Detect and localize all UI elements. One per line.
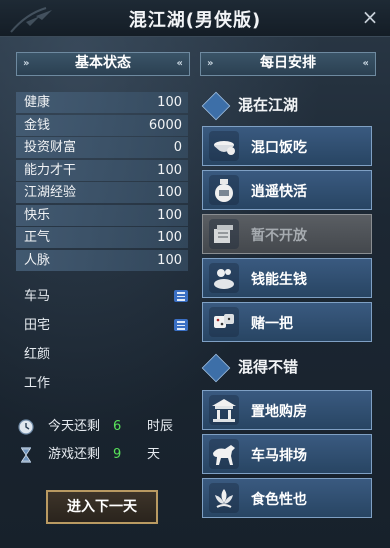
stat-value: 100 bbox=[157, 207, 182, 223]
dice-icon bbox=[209, 307, 239, 337]
hourglass-icon bbox=[21, 447, 31, 463]
action-label: 置地购房 bbox=[251, 404, 307, 420]
stat-label: 投资财富 bbox=[24, 140, 77, 155]
stat-row-connections: 人脉 100 bbox=[16, 249, 188, 271]
timers: 今天还剩 6 时辰 游戏还剩 9 天 bbox=[16, 414, 188, 470]
timer-unit: 时辰 bbox=[147, 419, 174, 434]
list-icon[interactable] bbox=[174, 290, 188, 302]
daily-plan-title: 每日安排 bbox=[260, 55, 316, 71]
double-arrow-left-icon: » bbox=[23, 58, 30, 69]
next-day-button[interactable]: 进入下一天 bbox=[46, 490, 158, 524]
title-bar: 混江湖(男侠版) × bbox=[0, 0, 390, 37]
close-button[interactable]: × bbox=[360, 7, 380, 28]
stat-value: 0 bbox=[173, 140, 182, 155]
stat-label: 健康 bbox=[24, 95, 51, 110]
diamond-drop-icon bbox=[201, 91, 231, 121]
double-arrow-right-icon: « bbox=[362, 58, 369, 69]
rice-bowl-icon bbox=[209, 131, 239, 161]
stat-row-health: 健康 100 bbox=[16, 92, 188, 113]
timer-value: 9 bbox=[113, 447, 122, 462]
stat-label: 江湖经验 bbox=[24, 185, 77, 200]
double-arrow-right-icon: « bbox=[176, 58, 183, 69]
stat-value: 100 bbox=[157, 252, 182, 268]
stat-row-ability: 能力才干 100 bbox=[16, 159, 188, 181]
list-icon[interactable] bbox=[174, 319, 188, 331]
stat-row-experience: 江湖经验 100 bbox=[16, 182, 188, 203]
stat-value: 100 bbox=[157, 95, 182, 110]
book-stack-icon bbox=[209, 219, 239, 249]
basic-status-header: » 基本状态 « bbox=[16, 52, 190, 76]
horse-icon bbox=[209, 439, 239, 469]
stat-value: 100 bbox=[157, 162, 182, 178]
action-horse-button[interactable]: 车马排场 bbox=[202, 434, 372, 474]
stat-row-investment: 投资财富 0 bbox=[16, 137, 188, 158]
action-gamble-button[interactable]: 赌一把 bbox=[202, 302, 372, 342]
asset-row-horse: 车马 bbox=[16, 286, 188, 315]
stat-value: 6000 bbox=[148, 117, 182, 133]
action-earn-living-button[interactable]: 混口饭吃 bbox=[202, 126, 372, 166]
clock-icon bbox=[18, 419, 34, 435]
game-window: 混江湖(男侠版) × » 基本状态 « 健康 100 金钱 6000 投资财富 … bbox=[0, 0, 390, 548]
action-buy-house-button[interactable]: 置地购房 bbox=[202, 390, 372, 430]
money-bag-icon bbox=[209, 263, 239, 293]
timer-game: 游戏还剩 9 天 bbox=[16, 442, 188, 470]
action-label: 混口饭吃 bbox=[251, 140, 307, 156]
stat-value: 100 bbox=[157, 230, 182, 245]
stats-list: 健康 100 金钱 6000 投资财富 0 能力才干 100 江湖经验 100 … bbox=[16, 92, 188, 272]
house-icon bbox=[209, 395, 239, 425]
stat-row-money: 金钱 6000 bbox=[16, 114, 188, 136]
group-title: 混在江湖 bbox=[238, 96, 299, 114]
stat-row-happiness: 快乐 100 bbox=[16, 204, 188, 226]
group-title: 混得不错 bbox=[238, 358, 299, 376]
action-leisure-button[interactable]: 逍遥快活 bbox=[202, 170, 372, 210]
action-label: 食色性也 bbox=[251, 492, 307, 508]
asset-row-beauty: 红颜 bbox=[16, 344, 188, 373]
asset-label: 红颜 bbox=[24, 347, 51, 362]
stat-label: 能力才干 bbox=[24, 162, 77, 178]
action-indulge-button[interactable]: 食色性也 bbox=[202, 478, 372, 518]
action-label: 车马排场 bbox=[251, 448, 307, 464]
asset-row-estate: 田宅 bbox=[16, 315, 188, 344]
stat-label: 正气 bbox=[24, 230, 51, 245]
assets-list: 车马 田宅 红颜 工作 bbox=[16, 286, 188, 402]
wine-jar-icon bbox=[209, 175, 239, 205]
action-label: 逍遥快活 bbox=[251, 184, 307, 200]
action-closed-button[interactable]: 暂不开放 bbox=[202, 214, 372, 254]
stat-label: 快乐 bbox=[24, 207, 51, 223]
action-label: 钱能生钱 bbox=[251, 272, 307, 288]
diamond-pavilion-icon bbox=[201, 353, 231, 383]
timer-value: 6 bbox=[113, 419, 122, 434]
timer-today: 今天还剩 6 时辰 bbox=[16, 414, 188, 442]
stat-label: 金钱 bbox=[24, 117, 51, 133]
asset-row-job: 工作 bbox=[16, 373, 188, 402]
window-title: 混江湖(男侠版) bbox=[128, 10, 262, 31]
action-label: 暂不开放 bbox=[251, 228, 307, 244]
stat-label: 人脉 bbox=[24, 252, 51, 268]
stat-row-righteousness: 正气 100 bbox=[16, 227, 188, 248]
stat-value: 100 bbox=[157, 185, 182, 200]
asset-label: 车马 bbox=[24, 289, 51, 304]
daily-plan-header: » 每日安排 « bbox=[200, 52, 376, 76]
timer-unit: 天 bbox=[147, 447, 161, 462]
double-arrow-left-icon: » bbox=[207, 58, 214, 69]
lotus-icon bbox=[209, 483, 239, 513]
asset-label: 田宅 bbox=[24, 318, 51, 333]
basic-status-title: 基本状态 bbox=[75, 55, 131, 71]
action-invest-button[interactable]: 钱能生钱 bbox=[202, 258, 372, 298]
action-label: 赌一把 bbox=[251, 316, 293, 332]
timer-label: 今天还剩 bbox=[48, 419, 101, 434]
asset-label: 工作 bbox=[24, 376, 51, 391]
timer-label: 游戏还剩 bbox=[48, 447, 101, 462]
